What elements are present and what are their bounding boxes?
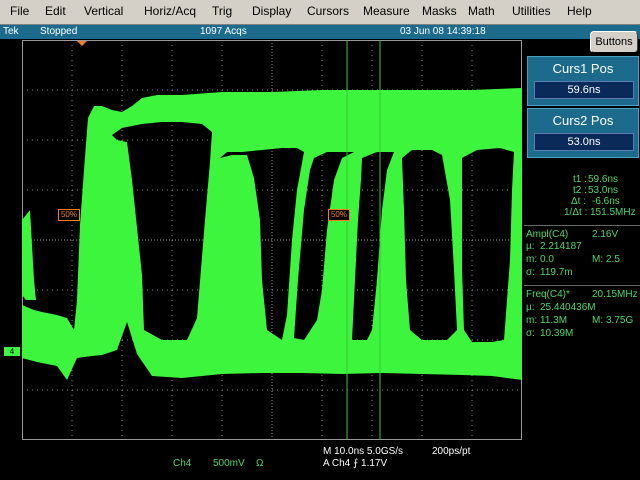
ref-level-mid: 50% — [328, 209, 350, 221]
menu-edit[interactable]: Edit — [45, 4, 66, 18]
menu-help[interactable]: Help — [567, 4, 592, 18]
ref-level-left-label: 50% — [60, 210, 77, 219]
freq-sigma-label: σ: — [526, 328, 535, 339]
t1-value: 59.6ns — [588, 174, 619, 185]
freq-mu-label: µ: — [526, 302, 535, 313]
ampl-title: Ampl(C4) — [526, 229, 569, 240]
ampl-min: 0.0 — [540, 254, 554, 265]
freq-mu: 25.440436M — [540, 302, 596, 313]
cursor2-title: Curs2 Pos — [552, 113, 614, 128]
menu-utilities[interactable]: Utilities — [512, 4, 551, 18]
delta-t-label: Δt : — [571, 196, 587, 207]
brand-label: Tek — [3, 26, 19, 37]
menu-measure[interactable]: Measure — [363, 4, 410, 18]
delta-t-value: -6.6ns — [592, 196, 620, 207]
ampl-mu-label: µ: — [526, 241, 535, 252]
ampl-max: 2.5 — [606, 254, 620, 265]
graticule — [22, 40, 522, 440]
menu-display[interactable]: Display — [252, 4, 291, 18]
ampl-min-label: m: — [526, 254, 538, 265]
inv-delta-t-value: 151.5MHz — [590, 207, 636, 218]
status-bar: Tek Stopped 1097 Acqs 03 Jun 08 14:39:18 — [0, 25, 640, 39]
cursor2-position-control[interactable]: Curs2 Pos 53.0ns — [527, 108, 639, 158]
t1-label: t1 : — [573, 174, 587, 185]
freq-value: 20.15MHz — [592, 289, 638, 300]
t2-value: 53.0ns — [588, 185, 619, 196]
waveform-display[interactable]: 50% 50% — [22, 40, 522, 440]
menu-file[interactable]: File — [10, 4, 29, 18]
menu-math[interactable]: Math — [468, 4, 495, 18]
trigger-readout[interactable]: A Ch4 ⨍ 1.17V — [323, 458, 387, 469]
ref-level-left: 50% — [58, 209, 80, 221]
freq-max: 3.75G — [606, 315, 634, 326]
acq-count: 1097 Acqs — [200, 26, 247, 37]
menu-trig[interactable]: Trig — [212, 4, 232, 18]
t2-label: t2 : — [573, 185, 587, 196]
ref-level-mid-label: 50% — [330, 210, 347, 219]
divider — [524, 225, 640, 226]
channel4-marker-label: 4 — [9, 347, 15, 356]
freq-max-label: M: — [592, 315, 604, 326]
channel-scale[interactable]: 500mV — [213, 458, 245, 469]
freq-min: 11.3M — [540, 315, 568, 326]
freq-min-label: m: — [526, 315, 538, 326]
menu-masks[interactable]: Masks — [422, 4, 457, 18]
menu-cursors[interactable]: Cursors — [307, 4, 349, 18]
ampl-value: 2.16V — [592, 229, 619, 240]
ampl-sigma-label: σ: — [526, 267, 535, 278]
ampl-sigma: 119.7m — [540, 267, 573, 278]
resolution-readout[interactable]: 200ps/pt — [432, 446, 470, 457]
channel-coupling[interactable]: Ω — [256, 458, 263, 469]
menu-vertical[interactable]: Vertical — [84, 4, 123, 18]
ampl-max-label: M: — [592, 254, 604, 265]
menu-horiz-acq[interactable]: Horiz/Acq — [144, 4, 196, 18]
inv-delta-t-label: 1/Δt : — [564, 207, 588, 218]
cursor2-value[interactable]: 53.0ns — [534, 133, 634, 151]
channel-label[interactable]: Ch4 — [173, 458, 191, 469]
menu-bar: File Edit Vertical Horiz/Acq Trig Displa… — [0, 0, 640, 25]
acq-state: Stopped — [40, 26, 78, 37]
cursor1-value[interactable]: 59.6ns — [534, 81, 634, 99]
divider — [524, 285, 640, 286]
cursor1-position-control[interactable]: Curs1 Pos 59.6ns — [527, 56, 639, 106]
cursor1-title: Curs1 Pos — [552, 61, 614, 76]
ampl-mu: 2.214187 — [540, 241, 582, 252]
channel4-ground-marker[interactable]: 4 — [4, 347, 20, 356]
freq-title: Freq(C4)* — [526, 289, 570, 300]
horizontal-readout[interactable]: M 10.0ns 5.0GS/s — [323, 446, 403, 457]
freq-sigma: 10.39M — [540, 328, 574, 339]
datetime: 03 Jun 08 14:39:18 — [400, 26, 486, 37]
buttons-button[interactable]: Buttons — [590, 31, 638, 53]
